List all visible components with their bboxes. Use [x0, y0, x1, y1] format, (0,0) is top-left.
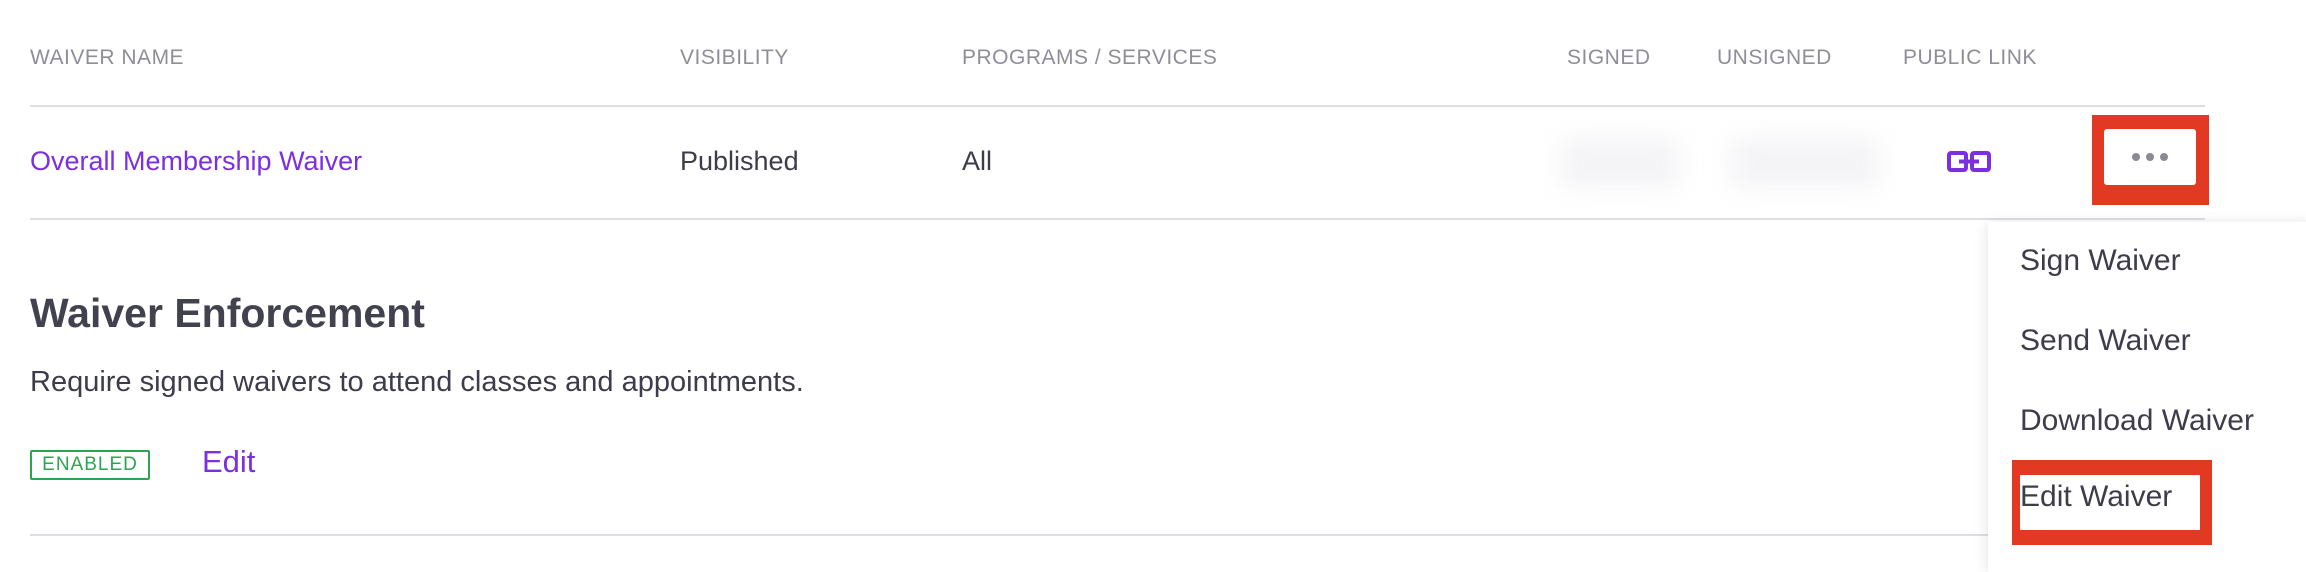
- section-divider: [30, 534, 2030, 536]
- header-divider: [30, 105, 2205, 107]
- header-waiver-name: WAIVER NAME: [30, 46, 185, 69]
- row-divider: [30, 218, 2205, 220]
- header-visibility: VISIBILITY: [680, 46, 789, 69]
- visibility-value: Published: [680, 146, 799, 176]
- section-title: Waiver Enforcement: [30, 290, 425, 336]
- programs-value: All: [962, 146, 993, 176]
- enabled-status-badge: ENABLED: [30, 450, 150, 480]
- link-icon[interactable]: [1947, 148, 1991, 176]
- section-description: Require signed waivers to attend classes…: [30, 366, 804, 398]
- menu-item-sign-waiver[interactable]: Sign Waiver: [2020, 244, 2181, 278]
- signed-count-redacted: [1560, 138, 1680, 188]
- menu-item-edit-waiver[interactable]: Edit Waiver: [2020, 480, 2172, 514]
- more-actions-button[interactable]: [2104, 129, 2196, 185]
- header-public-link: PUBLIC LINK: [1903, 46, 2037, 69]
- header-programs-services: PROGRAMS / SERVICES: [962, 46, 1218, 69]
- edit-waiver-highlight: Edit Waiver: [2012, 460, 2212, 545]
- edit-enforcement-link[interactable]: Edit: [202, 444, 255, 480]
- ellipsis-icon: [2129, 153, 2171, 161]
- header-signed: SIGNED: [1567, 46, 1651, 69]
- unsigned-count-redacted: [1730, 138, 1880, 188]
- header-unsigned: UNSIGNED: [1717, 46, 1832, 69]
- waiver-name-link[interactable]: Overall Membership Waiver: [30, 146, 362, 177]
- menu-item-send-waiver[interactable]: Send Waiver: [2020, 324, 2191, 358]
- more-actions-highlight: [2092, 115, 2209, 205]
- menu-item-download-waiver[interactable]: Download Waiver: [2020, 404, 2254, 438]
